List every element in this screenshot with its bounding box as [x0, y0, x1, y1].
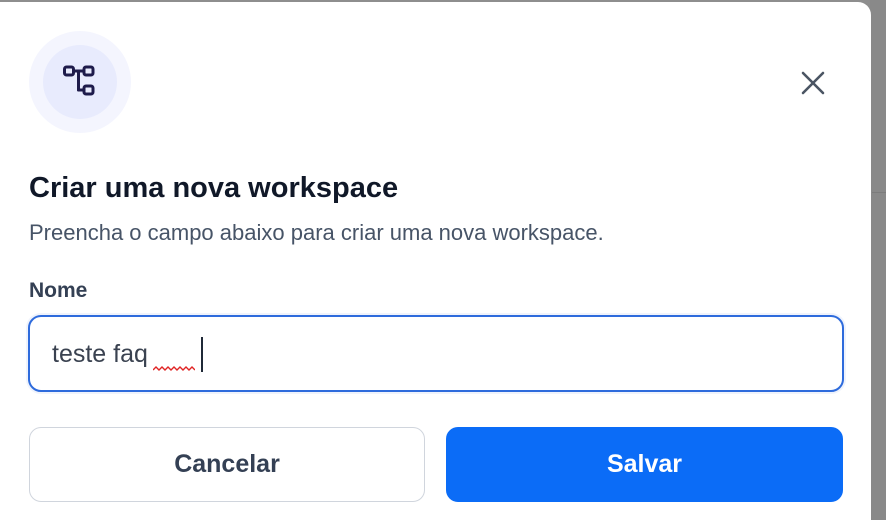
save-button[interactable]: Salvar	[446, 427, 843, 502]
create-workspace-dialog: Criar uma nova workspace Preencha o camp…	[0, 2, 871, 520]
dialog-title: Criar uma nova workspace	[29, 172, 399, 204]
cancel-button[interactable]: Cancelar	[29, 427, 425, 502]
spellcheck-underline	[153, 366, 195, 371]
backdrop-divider	[872, 192, 886, 193]
close-icon	[801, 71, 825, 95]
header-icon-badge	[43, 45, 117, 119]
close-button[interactable]	[796, 66, 830, 100]
name-field-label: Nome	[29, 279, 88, 302]
text-caret	[201, 337, 203, 372]
name-field-wrapper[interactable]	[28, 315, 844, 392]
workflow-icon	[63, 65, 95, 96]
dialog-subtitle: Preencha o campo abaixo para criar uma n…	[29, 220, 604, 245]
header-icon-container	[29, 31, 131, 133]
modal-backdrop[interactable]	[870, 0, 886, 520]
